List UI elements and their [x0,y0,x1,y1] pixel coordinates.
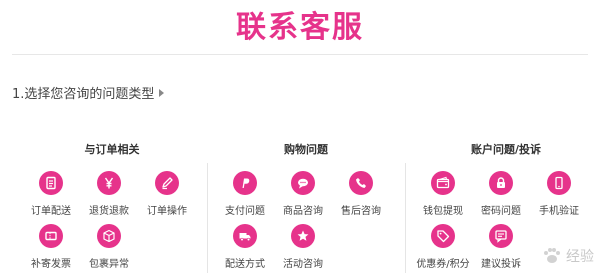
item-label: 补寄发票 [31,259,71,270]
group-title: 购物问题 [284,143,328,156]
group-order: 与订单相关 订单配送 退货退款 订单操作 补寄发票 包裹异常 [20,138,204,274]
wallet-icon [431,171,455,195]
category-groups: 与订单相关 订单配送 退货退款 订单操作 补寄发票 包裹异常 购物问题 支付问题… [0,138,600,274]
watermark-text: 经验 [566,249,594,265]
paypal-icon [233,171,257,195]
triangle-right-icon [159,88,165,97]
item-label: 配送方式 [225,259,265,270]
comment-icon [489,224,513,248]
doc-icon [39,171,63,195]
chat-icon [291,171,315,195]
item-promotion[interactable]: 活动咨询 [276,224,330,270]
page-title: 联系客服 [236,10,364,45]
watermark: 经验 [540,244,594,268]
pencil-icon [155,171,179,195]
group-title: 与订单相关 [84,143,140,156]
item-label: 活动咨询 [283,259,323,270]
item-order-delivery[interactable]: 订单配送 [24,171,78,217]
item-package-issue[interactable]: 包裹异常 [82,224,136,270]
item-invoice[interactable]: 补寄发票 [24,224,78,270]
item-label: 优惠券/积分 [416,259,470,270]
item-label: 售后咨询 [341,206,381,217]
item-label: 钱包提现 [423,206,463,217]
item-after-sales[interactable]: 售后咨询 [334,171,388,217]
item-complaint[interactable]: 建议投诉 [474,224,528,270]
ticket-icon [39,224,63,248]
item-wallet-withdraw[interactable]: 钱包提现 [416,171,470,217]
item-label: 订单配送 [31,206,71,217]
item-label: 建议投诉 [481,259,521,270]
item-label: 包裹异常 [89,259,129,270]
item-label: 退货退款 [89,206,129,217]
item-label: 商品咨询 [283,206,323,217]
yen-icon [97,171,121,195]
lock-icon [489,171,513,195]
item-phone-verify[interactable]: 手机验证 [532,171,586,217]
item-refund[interactable]: 退货退款 [82,171,136,217]
item-delivery-method[interactable]: 配送方式 [218,224,272,270]
item-order-action[interactable]: 订单操作 [140,171,194,217]
item-password[interactable]: 密码问题 [474,171,528,217]
question-type-prompt: 1.选择您咨询的问题类型 [12,83,165,102]
item-label: 密码问题 [481,206,521,217]
box-icon [97,224,121,248]
item-product-inquiry[interactable]: 商品咨询 [276,171,330,217]
group-title: 账户问题/投诉 [470,143,542,156]
tag-icon [431,224,455,248]
group-shopping: 购物问题 支付问题 商品咨询 售后咨询 配送方式 活动咨询 [214,138,398,274]
group-divider [405,163,406,273]
step-label: 1.选择您咨询的问题类型 [12,87,155,102]
star-icon [291,224,315,248]
item-coupon-points[interactable]: 优惠券/积分 [416,224,470,270]
group-divider [207,163,208,273]
phone-icon [349,171,373,195]
item-label: 订单操作 [147,206,187,217]
truck-icon [233,224,257,248]
mobile-icon [547,171,571,195]
item-payment[interactable]: 支付问题 [218,171,272,217]
item-label: 支付问题 [225,206,265,217]
paw-logo-icon [544,248,560,263]
item-label: 手机验证 [539,206,579,217]
divider [12,54,588,55]
